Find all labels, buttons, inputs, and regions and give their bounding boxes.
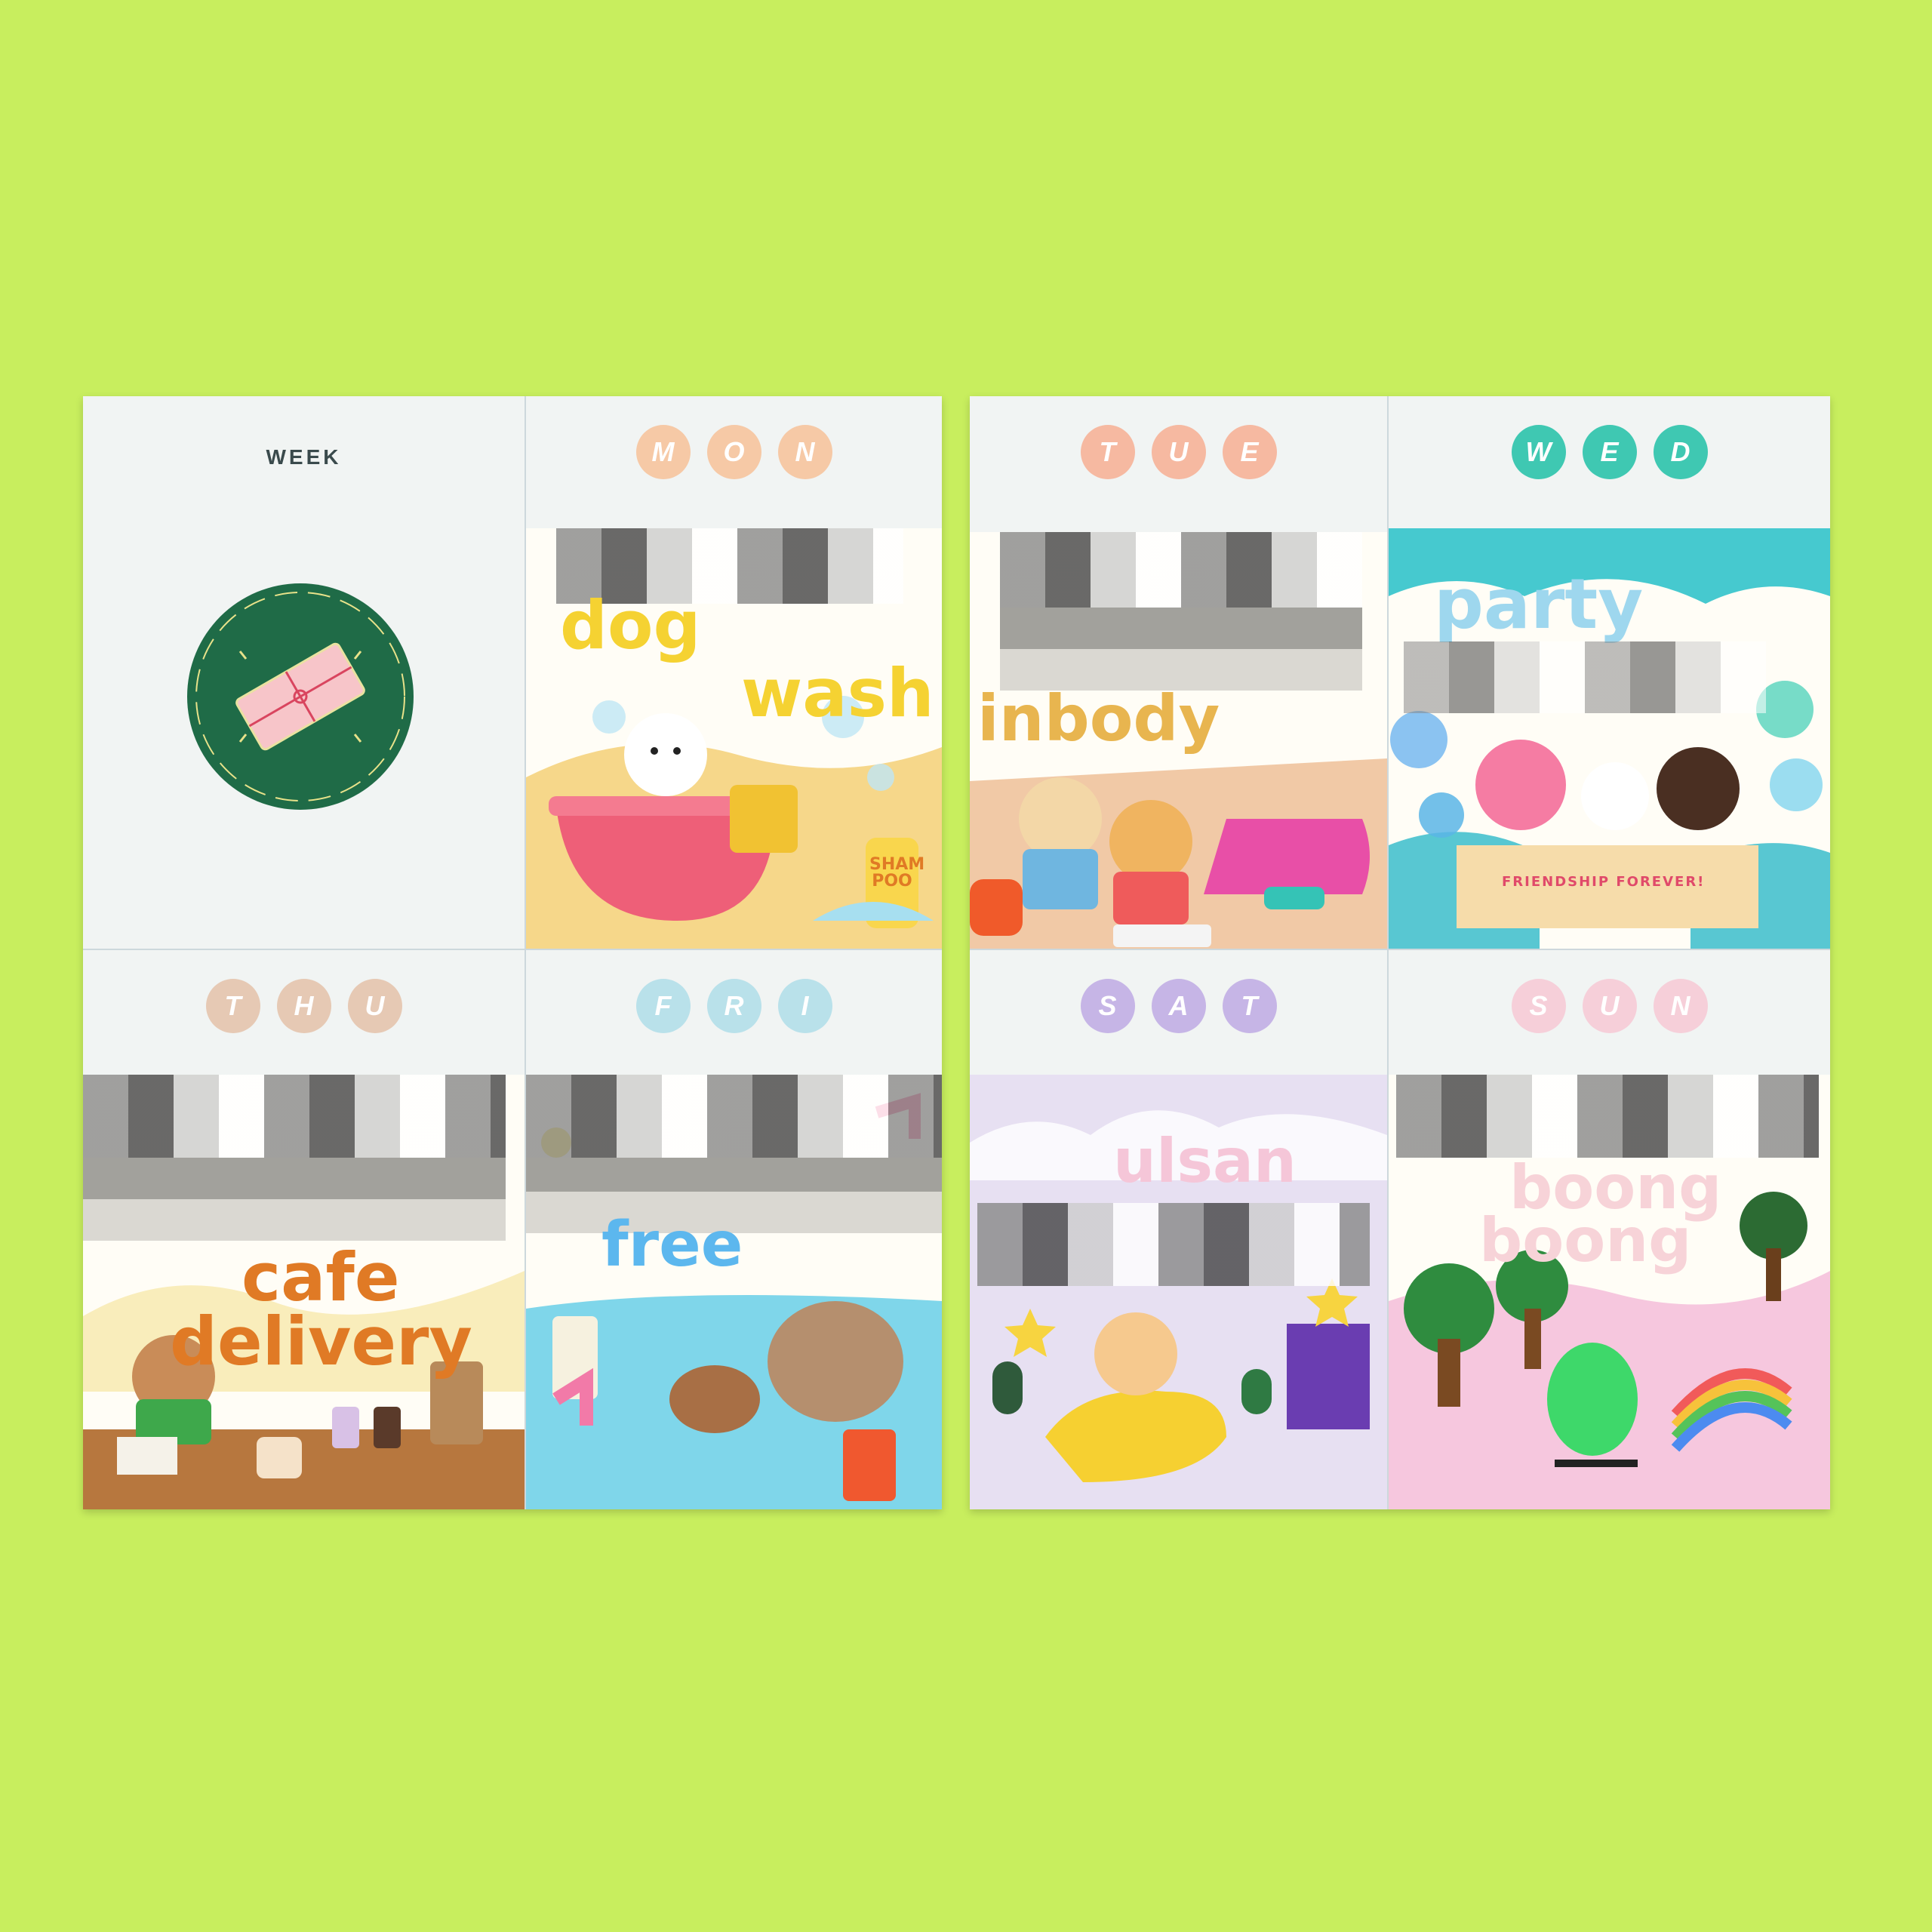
sticker-art-mon: dog wash SHAM POO [526, 528, 942, 949]
day-letters-sun: S U N [1389, 979, 1830, 1033]
day-letter: N [777, 425, 832, 479]
day-letters-tue: T U E [970, 425, 1387, 479]
sticker-art-sun: boong boong [1389, 1075, 1830, 1509]
day-letter: F [635, 979, 691, 1033]
day-cell-wed: W E D party FRIENDSHIP FOREVER! [1389, 396, 1830, 949]
week-cell: WEEK [83, 396, 525, 949]
day-letter: E [1582, 425, 1637, 479]
planner-page-left: WEEK M O N dog wash SHAM POO T H U cafe … [83, 396, 942, 1509]
sticker-word: wash [741, 654, 934, 732]
day-letter: S [1080, 979, 1135, 1033]
pixelated-text [977, 1203, 1370, 1286]
day-letter: U [347, 979, 402, 1033]
gift-sticker [187, 583, 414, 810]
week-label: WEEK [266, 445, 342, 469]
sticker-art-fri: free [526, 1075, 942, 1509]
day-letter: N [1653, 979, 1708, 1033]
day-letter: O [706, 425, 761, 479]
day-letter: U [1582, 979, 1637, 1033]
day-cell-tue: T U E inbody [970, 396, 1387, 949]
day-letters-thu: T H U [83, 979, 525, 1033]
pixelated-text [83, 1075, 506, 1158]
planner-page-right: T U E inbody W E D party FRIENDSHIP FORE… [970, 396, 1830, 1509]
day-letter: E [1222, 425, 1277, 479]
day-cell-sun: S U N boong boong [1389, 950, 1830, 1509]
day-cell-mon: M O N dog wash SHAM POO [526, 396, 942, 949]
day-cell-thu: T H U cafe delivery [83, 950, 525, 1509]
sticker-art-thu: cafe delivery [83, 1075, 525, 1509]
day-letter: W [1511, 425, 1566, 479]
day-letter: U [1151, 425, 1206, 479]
day-letters-wed: W E D [1389, 425, 1830, 479]
pixelated-text [1396, 1075, 1819, 1158]
day-letter: H [276, 979, 331, 1033]
day-letter: D [1653, 425, 1708, 479]
gift-icon [195, 592, 405, 801]
sticker-word: party [1434, 564, 1644, 645]
sticker-word: boong [1479, 1205, 1692, 1275]
sticker-word: free [601, 1209, 743, 1281]
pixelated-text [1000, 608, 1362, 691]
sticker-word: ulsan [1113, 1126, 1297, 1196]
day-letters-fri: F R I [526, 979, 942, 1033]
pixelated-text [83, 1158, 506, 1241]
sticker-word: inbody [977, 681, 1220, 755]
sticker-art-tue: inbody [970, 532, 1387, 949]
day-cell-sat: S A T ulsan [970, 950, 1387, 1509]
banner-text: FRIENDSHIP FOREVER! [1502, 874, 1706, 890]
day-letter: A [1151, 979, 1206, 1033]
day-letter: T [1080, 425, 1135, 479]
pixelated-text [526, 1075, 942, 1158]
shampoo-label: SHAM POO [869, 855, 925, 891]
pixelated-text [1404, 641, 1766, 713]
sticker-art-sat: ulsan [970, 1075, 1387, 1509]
sticker-word: cafe [242, 1238, 400, 1316]
sticker-word: delivery [170, 1303, 472, 1380]
sticker-art-wed: party FRIENDSHIP FOREVER! [1389, 528, 1830, 949]
day-cell-fri: F R I free [526, 950, 942, 1509]
day-letter: I [777, 979, 832, 1033]
pixelated-text [1000, 532, 1362, 608]
day-letter: T [205, 979, 260, 1033]
day-letter: M [635, 425, 691, 479]
day-letters-sat: S A T [970, 979, 1387, 1033]
day-letter: S [1511, 979, 1566, 1033]
day-letter: T [1222, 979, 1277, 1033]
day-letters-mon: M O N [526, 425, 942, 479]
sticker-word: dog [560, 586, 701, 664]
day-letter: R [706, 979, 761, 1033]
